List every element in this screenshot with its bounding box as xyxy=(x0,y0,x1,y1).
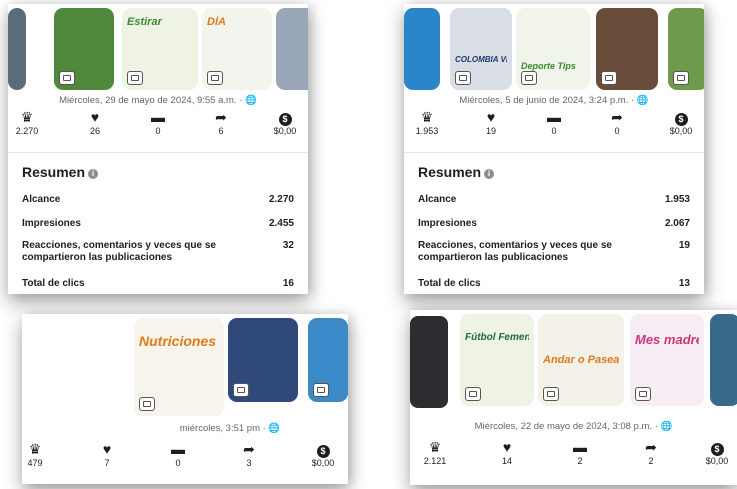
post-thumbnail[interactable] xyxy=(668,8,704,90)
reach-icon: ♛ xyxy=(28,441,42,457)
thumbnail-strip: Estirar DÍA xyxy=(8,4,308,94)
share-icon: ➦ xyxy=(645,439,657,455)
thumbnail-title: Mes madre xyxy=(635,334,699,346)
reel-badge-icon xyxy=(127,71,143,85)
reactions-icon: ♥ xyxy=(102,441,112,457)
thumbnail-title: Andar o Pasear xyxy=(543,354,619,366)
post-thumbnail[interactable]: Nutriciones xyxy=(134,318,224,416)
thumbnail-strip: Fútbol Femenino Andar o Pasear Mes madre xyxy=(410,310,737,410)
reel-badge-icon xyxy=(673,71,689,85)
post-date: Miércoles, 5 de junio de 2024, 3:24 p.m.… xyxy=(459,95,649,106)
reach-icon: ♛ xyxy=(20,109,34,125)
reel-badge-icon xyxy=(635,387,651,401)
stat-shares: ➦ 3 xyxy=(224,442,274,470)
share-icon: ➦ xyxy=(611,109,623,125)
stat-reach: ♛ 2.270 xyxy=(8,110,52,138)
stat-reactions: ♥ 19 xyxy=(466,110,516,138)
reel-badge-icon xyxy=(59,71,75,85)
post-thumbnail[interactable] xyxy=(228,318,298,402)
post-thumbnail[interactable]: Andar o Pasear xyxy=(538,314,624,406)
comment-icon: ▬ xyxy=(547,109,561,125)
post-date: Miércoles, 29 de mayo de 2024, 9:55 a.m.… xyxy=(59,95,257,106)
stat-reactions: ♥ 26 xyxy=(70,110,120,138)
post-thumbnail[interactable] xyxy=(8,8,26,90)
reel-badge-icon xyxy=(465,387,481,401)
summary-title: Resumen i xyxy=(22,164,99,180)
post-thumbnail[interactable]: Estirar xyxy=(122,8,198,90)
post-insights-card-2: COLOMBIA VIDA Deporte Tips Miércoles, 5 … xyxy=(404,4,704,294)
reel-badge-icon xyxy=(233,383,249,397)
share-icon: ➦ xyxy=(215,109,227,125)
reach-icon: ♛ xyxy=(428,439,442,455)
stat-comments: ▬ 2 xyxy=(555,440,605,468)
summary-rows: Alcance 2.270 Impresiones 2.455 Reacciones… xyxy=(22,194,294,289)
post-thumbnail[interactable] xyxy=(276,8,308,90)
reach-icon: ♛ xyxy=(420,109,434,125)
stat-spend: $ $0,00 xyxy=(669,113,693,136)
thumbnail-title: COLOMBIA VIDA xyxy=(455,55,507,64)
post-thumbnail[interactable]: Mes madre xyxy=(630,314,704,406)
share-icon: ➦ xyxy=(243,441,255,457)
stat-reach: ♛ 479 xyxy=(22,442,60,470)
post-date: Miércoles, 22 de mayo de 2024, 3:08 p.m.… xyxy=(474,421,673,432)
post-insights-card-1: Estirar DÍA Miércoles, 29 de mayo de 202… xyxy=(8,4,308,294)
stat-reach: ♛ 1.953 xyxy=(404,110,452,138)
post-insights-card-4: Fútbol Femenino Andar o Pasear Mes madre… xyxy=(410,310,737,485)
summary-rows: Alcance 1.953 Impresiones 2.067 Reacciones… xyxy=(418,194,690,289)
reel-badge-icon xyxy=(455,71,471,85)
stats-row: ♛ 2.270 ♥ 26 ▬ 0 ➦ 6 $ $0,00 xyxy=(8,110,308,144)
summary-title: Resumen i xyxy=(418,164,495,180)
post-thumbnail[interactable]: Deporte Tips xyxy=(516,8,590,90)
stat-comments: ▬ 0 xyxy=(153,442,203,470)
stat-reach: ♛ 2.121 xyxy=(410,440,460,468)
stat-comments: ▬ 0 xyxy=(133,110,183,138)
stat-shares: ➦ 2 xyxy=(626,440,676,468)
divider xyxy=(404,152,704,153)
comment-icon: ▬ xyxy=(151,109,165,125)
info-icon[interactable]: i xyxy=(88,169,99,179)
post-date: miércoles, 3:51 pm · 🌐 xyxy=(179,423,281,434)
post-thumbnail[interactable]: Fútbol Femenino xyxy=(460,314,534,406)
thumbnail-strip: Nutriciones xyxy=(22,314,348,416)
thumbnail-title: Estirar xyxy=(127,16,162,28)
post-thumbnail[interactable] xyxy=(596,8,658,90)
post-thumbnail[interactable] xyxy=(54,8,114,90)
reel-badge-icon xyxy=(521,71,537,85)
reactions-icon: ♥ xyxy=(90,109,100,125)
stats-row: ♛ 479 ♥ 7 ▬ 0 ➦ 3 $ $0,00 xyxy=(22,442,348,476)
post-insights-card-3: Nutriciones miércoles, 3:51 pm · 🌐 ♛ 479 … xyxy=(22,314,348,484)
stat-shares: ➦ 6 xyxy=(196,110,246,138)
stats-row: ♛ 2.121 ♥ 14 ▬ 2 ➦ 2 $ $0,00 xyxy=(410,440,737,474)
post-thumbnail[interactable]: COLOMBIA VIDA xyxy=(450,8,512,90)
stat-comments: ▬ 0 xyxy=(529,110,579,138)
divider xyxy=(8,152,308,153)
stat-shares: ➦ 0 xyxy=(592,110,642,138)
info-icon[interactable]: i xyxy=(484,169,495,179)
stat-spend: $ $0,00 xyxy=(705,443,729,466)
thumbnail-title: Nutriciones xyxy=(139,334,217,349)
thumbnail-title: Fútbol Femenino xyxy=(465,332,529,343)
post-thumbnail[interactable] xyxy=(710,314,737,406)
stat-reactions: ♥ 14 xyxy=(482,440,532,468)
post-thumbnail[interactable] xyxy=(404,8,440,90)
reel-badge-icon xyxy=(601,71,617,85)
thumbnail-title: DÍA xyxy=(207,16,226,28)
post-thumbnail[interactable] xyxy=(308,318,348,402)
comment-icon: ▬ xyxy=(171,441,185,457)
reactions-icon: ♥ xyxy=(486,109,496,125)
reel-badge-icon xyxy=(543,387,559,401)
stat-spend: $ $0,00 xyxy=(273,113,297,136)
post-thumbnail[interactable]: DÍA xyxy=(202,8,272,90)
stat-spend: $ $0,00 xyxy=(311,445,335,468)
comment-icon: ▬ xyxy=(573,439,587,455)
reactions-icon: ♥ xyxy=(502,439,512,455)
reel-badge-icon xyxy=(139,397,155,411)
reel-badge-icon xyxy=(207,71,223,85)
reel-badge-icon xyxy=(313,383,329,397)
thumbnail-strip: COLOMBIA VIDA Deporte Tips xyxy=(404,4,704,94)
stats-row: ♛ 1.953 ♥ 19 ▬ 0 ➦ 0 $ $0,00 xyxy=(404,110,704,144)
stat-reactions: ♥ 7 xyxy=(82,442,132,470)
